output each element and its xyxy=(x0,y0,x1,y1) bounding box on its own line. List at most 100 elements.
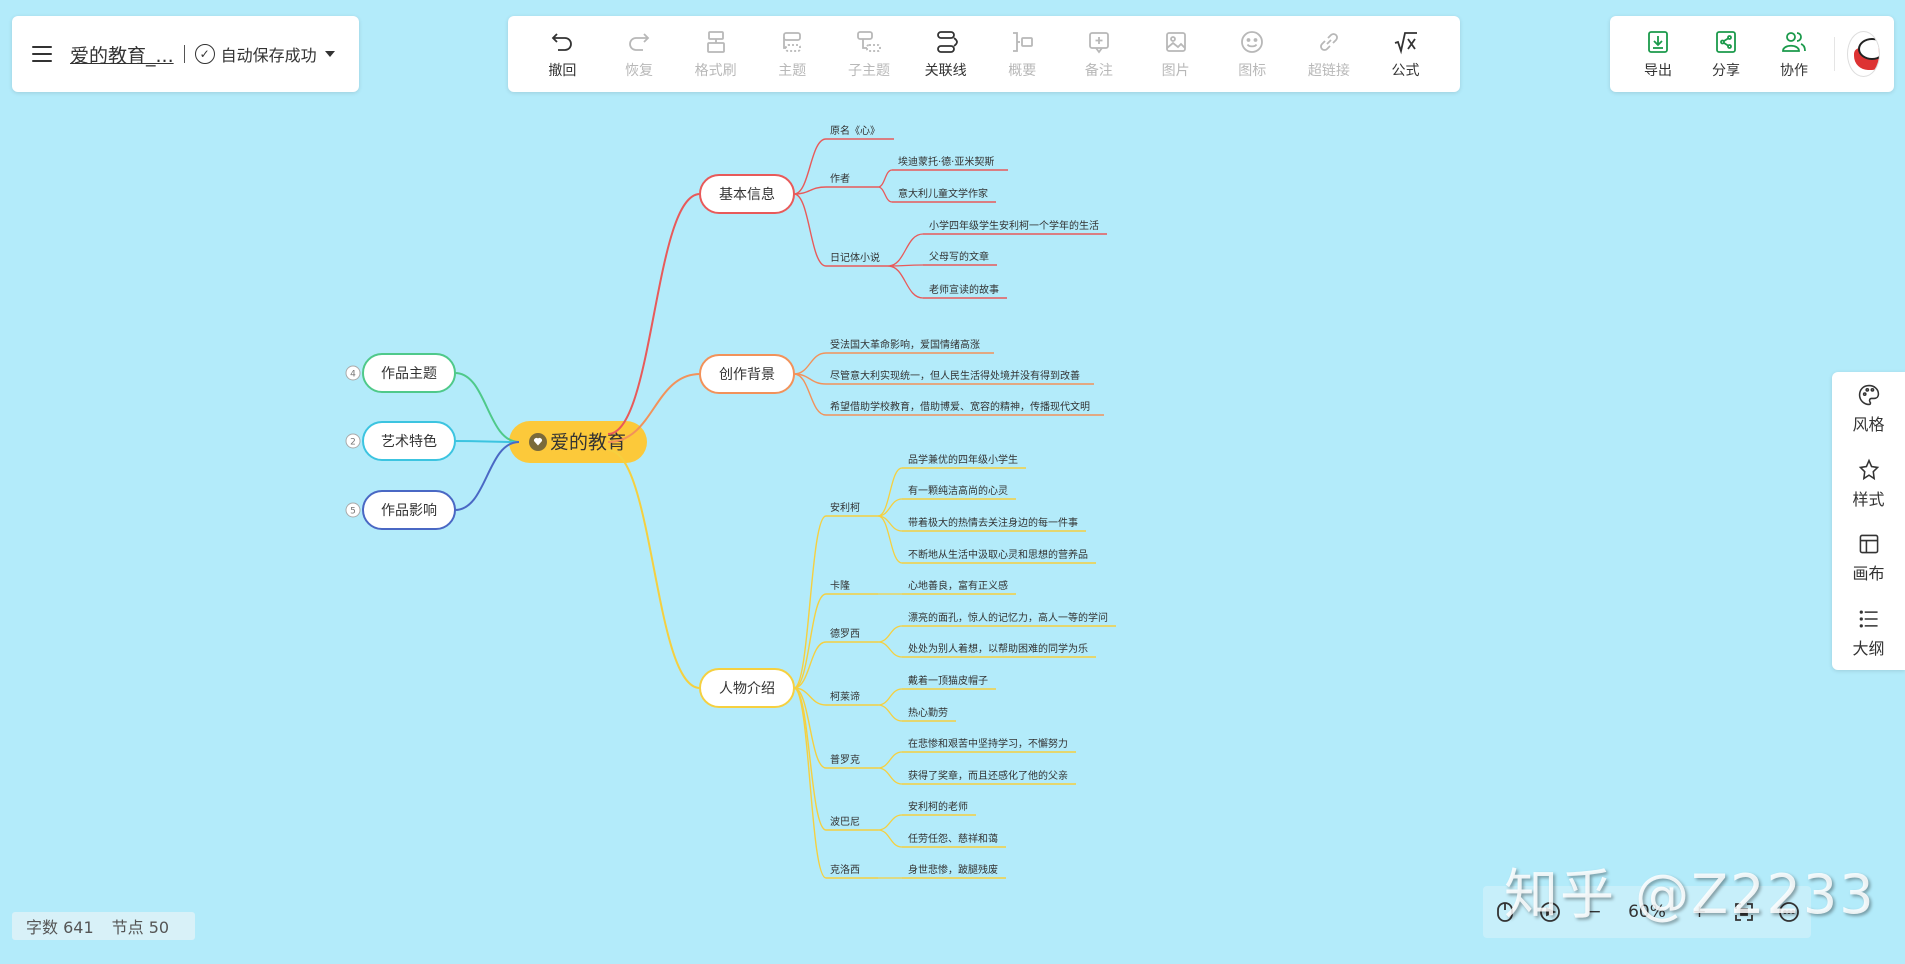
tool-outline-button[interactable]: 大纲 xyxy=(1839,607,1899,659)
subtopic-label[interactable]: 热心勤劳 xyxy=(908,706,948,719)
topic-label[interactable]: 克洛西 xyxy=(830,863,860,876)
connector-line xyxy=(793,687,827,831)
palette-icon xyxy=(1858,385,1879,406)
summary-icon xyxy=(1013,32,1034,52)
subtopic-label[interactable]: 小学四年级学生安利柯一个学年的生活 xyxy=(929,219,1099,232)
subtopic-label[interactable]: 漂亮的面孔，惊人的记忆力，高人一等的学问 xyxy=(908,611,1108,624)
check-circle-icon: ✓ xyxy=(194,44,215,64)
tool-topic-button[interactable]: 主题 xyxy=(757,28,827,80)
topic-label[interactable]: 作者 xyxy=(830,173,850,185)
tool-label: 主题 xyxy=(778,63,807,79)
image-icon xyxy=(1165,32,1186,52)
subtopic-label[interactable]: 品学兼优的四年级小学生 xyxy=(908,453,1018,466)
tool-label: 恢复 xyxy=(624,63,653,79)
connector-line xyxy=(887,265,924,299)
document-title[interactable]: 爱的教育_... xyxy=(70,41,174,68)
root-node-label[interactable]: 爱的教育 xyxy=(550,432,626,454)
subtopic-label[interactable]: 不断地从生活中汲取心灵和思想的营养品 xyxy=(908,548,1088,561)
tool-label: 图标 xyxy=(1238,63,1267,79)
tool-label: 子主题 xyxy=(847,63,890,79)
subtopic-label[interactable]: 有一颗纯洁高尚的心灵 xyxy=(908,484,1008,497)
tool-canvas-button[interactable]: 画布 xyxy=(1839,532,1899,584)
topic-label[interactable]: 受法国大革命影响，爱国情绪高涨 xyxy=(830,338,980,351)
chevron-down-icon[interactable] xyxy=(324,51,335,57)
tool-summary-button[interactable]: 概要 xyxy=(987,28,1057,80)
topic-label[interactable]: 安利柯 xyxy=(830,501,860,514)
collapsed-count[interactable]: 2 xyxy=(350,438,356,448)
style-icon xyxy=(1858,458,1879,480)
topic-label[interactable]: 日记体小说 xyxy=(830,251,880,264)
outline-icon xyxy=(1859,610,1878,628)
formula-icon xyxy=(1394,32,1417,55)
tool-emoji-button[interactable]: 图标 xyxy=(1217,28,1287,80)
tool-label: 大纲 xyxy=(1852,638,1885,658)
connector-line xyxy=(607,449,701,689)
left-branch-label[interactable]: 艺术特色 xyxy=(381,433,437,450)
avatar[interactable] xyxy=(1846,31,1880,77)
subtopic-label[interactable]: 意大利儿童文学作家 xyxy=(898,187,988,200)
emoji-icon xyxy=(1241,31,1264,53)
tool-export-button[interactable]: 导出 xyxy=(1624,28,1692,80)
left-branch-label[interactable]: 作品主题 xyxy=(381,366,437,382)
branch-label[interactable]: 人物介绍 xyxy=(719,681,775,697)
subtopic-label[interactable]: 身世悲惨，跛腿残废 xyxy=(908,863,998,876)
tool-label: 格式刷 xyxy=(694,63,737,79)
collapsed-count[interactable]: 5 xyxy=(350,507,356,517)
connector-line xyxy=(877,751,903,769)
connector-line xyxy=(793,138,827,195)
branch-label[interactable]: 基本信息 xyxy=(719,186,775,203)
connector-line xyxy=(454,440,520,443)
tool-link-button[interactable]: 超链接 xyxy=(1294,28,1364,80)
note-icon xyxy=(1089,32,1109,54)
tool-undo-button[interactable]: 撤回 xyxy=(527,28,597,80)
tool-relation-line-button[interactable]: 关联线 xyxy=(911,28,981,80)
tool-label: 风格 xyxy=(1852,415,1885,435)
connector-line xyxy=(877,829,903,848)
topic-label[interactable]: 普罗克 xyxy=(830,753,860,766)
canvas-icon xyxy=(1859,534,1878,554)
subtopic-label[interactable]: 埃迪蒙托·德·亚米契斯 xyxy=(898,155,994,168)
subtopic-label[interactable]: 戴着一顶猫皮帽子 xyxy=(908,674,988,687)
subtopic-label[interactable]: 获得了奖章，而且还感化了他的父亲 xyxy=(908,769,1068,782)
save-status[interactable]: ✓ 自动保存成功 xyxy=(194,42,335,66)
hamburger-menu-icon[interactable] xyxy=(32,46,52,62)
left-branch-label[interactable]: 作品影响 xyxy=(381,503,437,519)
subtopic-label[interactable]: 在悲惨和艰苦中坚持学习，不懈努力 xyxy=(908,737,1068,750)
tool-image-button[interactable]: 图片 xyxy=(1141,28,1211,80)
tool-subtopic-button[interactable]: 子主题 xyxy=(834,28,904,80)
connector-line xyxy=(877,467,903,517)
mindmap-canvas[interactable]: 爱的教育 作品主题 4 艺术特色 2 作品影响 5 基本信息 原名《心》作者 埃迪蒙托·德·亚米契… xyxy=(0,0,1905,964)
branch-label[interactable]: 创作背景 xyxy=(719,367,775,383)
subtopic-label[interactable]: 安利柯的老师 xyxy=(908,800,968,813)
topic-label[interactable]: 卡隆 xyxy=(830,579,850,592)
tool-palette-button[interactable]: 风格 xyxy=(1839,383,1899,435)
topic-label[interactable]: 柯莱谛 xyxy=(830,690,860,703)
document-stats: 字数 641 节点 50 xyxy=(12,912,195,940)
subtopic-label[interactable]: 处处为别人着想，以帮助困难的同学为乐 xyxy=(908,642,1088,655)
tool-redo-button[interactable]: 恢复 xyxy=(604,28,674,80)
topic-label[interactable]: 德罗西 xyxy=(830,627,860,640)
topic-label[interactable]: 波巴尼 xyxy=(830,815,860,828)
collapsed-count[interactable]: 4 xyxy=(350,370,356,380)
connector-line xyxy=(454,372,520,443)
topic-label[interactable]: 原名《心》 xyxy=(830,124,880,137)
tool-style-button[interactable]: 样式 xyxy=(1839,458,1899,510)
tool-label: 图片 xyxy=(1161,63,1190,79)
tool-label: 导出 xyxy=(1644,63,1672,79)
tool-format-brush-button[interactable]: 格式刷 xyxy=(681,28,751,80)
tool-formula-button[interactable]: 公式 xyxy=(1371,28,1441,80)
subtopic-label[interactable]: 心地善良，富有正义感 xyxy=(908,579,1008,592)
export-icon xyxy=(1648,31,1668,53)
subtopic-label[interactable]: 父母写的文章 xyxy=(929,250,989,263)
tool-note-button[interactable]: 备注 xyxy=(1064,28,1134,80)
connector-line xyxy=(877,641,903,658)
subtopic-label[interactable]: 老师宣读的故事 xyxy=(929,283,999,296)
tool-share-button[interactable]: 分享 xyxy=(1692,28,1760,80)
action-buttons: 导出 分享 协作 xyxy=(1624,28,1828,80)
topic-label[interactable]: 尽管意大利实现统一，但人民生活得处境并没有得到改善 xyxy=(830,369,1080,382)
connector-line xyxy=(793,687,827,879)
subtopic-label[interactable]: 任劳任怨、慈祥和蔼 xyxy=(908,832,998,845)
topic-label[interactable]: 希望借助学校教育，借助博爱、宽容的精神，传播现代文明 xyxy=(830,400,1090,413)
subtopic-label[interactable]: 带着极大的热情去关注身边的每一件事 xyxy=(908,516,1078,529)
tool-collaborate-button[interactable]: 协作 xyxy=(1760,28,1828,80)
